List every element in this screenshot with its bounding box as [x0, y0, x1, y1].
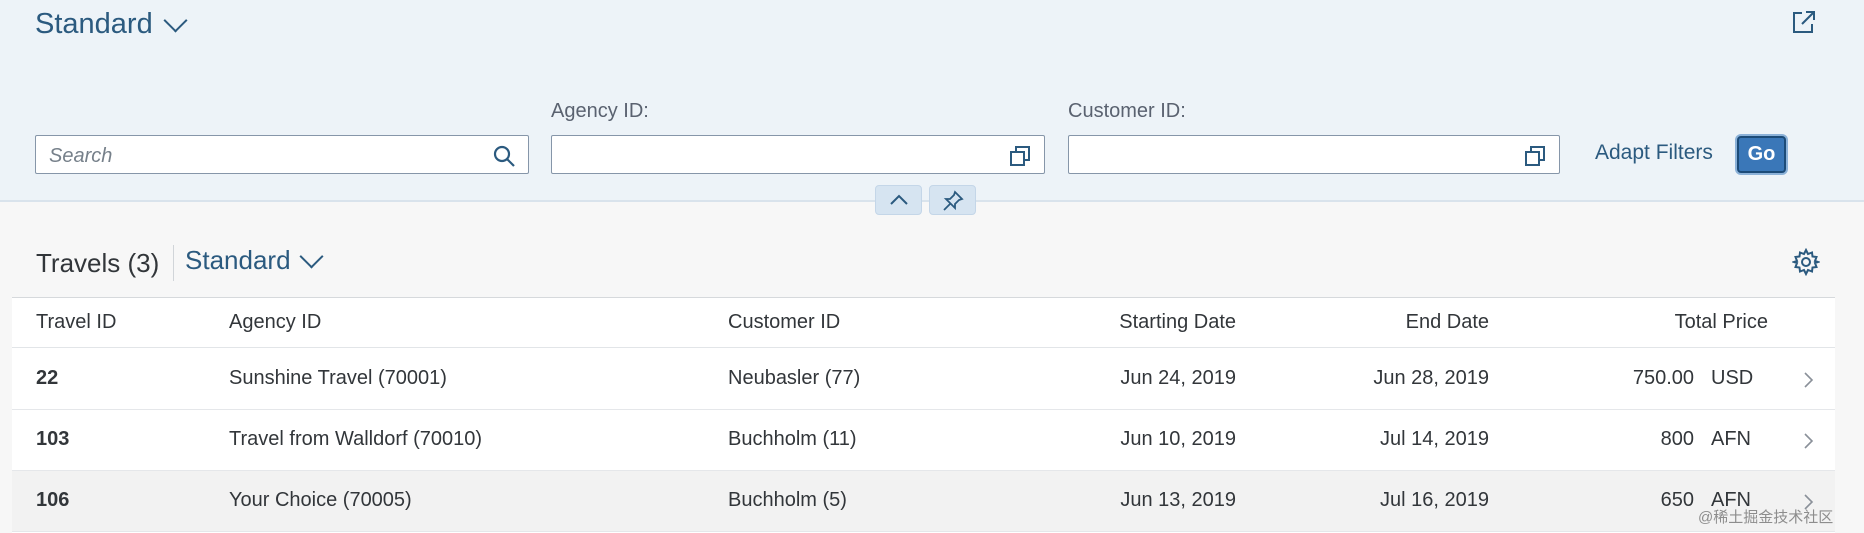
- travel-id-cell: 22: [36, 367, 59, 389]
- end-date-cell: Jul 14, 2019: [1380, 428, 1489, 450]
- price-cell: 750.00: [1632, 367, 1694, 389]
- variant-title: Standard: [35, 8, 153, 40]
- chevron-right-icon[interactable]: [1802, 371, 1814, 389]
- search-icon[interactable]: [492, 144, 516, 168]
- column-header-travel-id[interactable]: Travel ID: [36, 311, 116, 334]
- end-date-cell: Jun 28, 2019: [1373, 367, 1489, 389]
- share-icon[interactable]: [1790, 8, 1818, 36]
- value-help-icon[interactable]: [1523, 144, 1547, 168]
- price-cell: 800: [1660, 428, 1694, 450]
- table-row[interactable]: 106 Your Choice (70005) Buchholm (5) Jun…: [12, 471, 1835, 532]
- table-toolbar: Travels (3) Standard: [12, 228, 1835, 298]
- agency-id-field[interactable]: [551, 135, 1045, 174]
- agency-cell: Your Choice (70005): [229, 489, 412, 511]
- chevron-down-icon: [163, 8, 188, 33]
- agency-cell: Travel from Walldorf (70010): [229, 428, 483, 450]
- column-header-customer-id[interactable]: Customer ID: [728, 311, 840, 334]
- search-placeholder: Search: [49, 145, 113, 167]
- column-header-agency-id[interactable]: Agency ID: [229, 311, 321, 334]
- start-date-cell: Jun 24, 2019: [1120, 367, 1236, 389]
- chevron-up-icon: [890, 194, 908, 205]
- end-date-cell: Jul 16, 2019: [1380, 489, 1489, 511]
- travel-id-cell: 103: [36, 428, 70, 450]
- table-variant-selector[interactable]: Standard: [185, 244, 324, 276]
- chevron-down-icon: [299, 244, 324, 269]
- pin-icon: [943, 190, 964, 211]
- table-header: Travel ID Agency ID Customer ID Starting…: [12, 298, 1835, 348]
- start-date-cell: Jun 10, 2019: [1120, 428, 1236, 450]
- table-variant-title: Standard: [185, 245, 291, 275]
- go-button[interactable]: Go: [1737, 136, 1786, 173]
- customer-cell: Neubasler (77): [728, 367, 861, 389]
- adapt-filters-link[interactable]: Adapt Filters: [1595, 141, 1713, 165]
- travel-id-cell: 106: [36, 489, 70, 511]
- toolbar-separator: [173, 245, 174, 281]
- gear-icon[interactable]: [1792, 248, 1820, 276]
- table-row[interactable]: 103 Travel from Walldorf (70010) Buchhol…: [12, 410, 1835, 471]
- travels-table-panel: Travels (3) Standard Travel ID Agency ID…: [12, 228, 1835, 533]
- customer-id-field[interactable]: [1068, 135, 1560, 174]
- currency-cell: USD: [1711, 367, 1754, 389]
- search-input[interactable]: Search: [35, 135, 529, 174]
- column-header-end-date[interactable]: End Date: [1265, 311, 1489, 334]
- agency-cell: Sunshine Travel (70001): [229, 367, 447, 389]
- value-help-icon[interactable]: [1008, 144, 1032, 168]
- table-row[interactable]: 22 Sunshine Travel (70001) Neubasler (77…: [12, 349, 1835, 410]
- filter-bar: Standard Search Agency ID: Customer ID: …: [0, 0, 1864, 202]
- customer-cell: Buchholm (5): [728, 489, 847, 511]
- watermark: @稀土掘金技术社区: [1698, 509, 1834, 526]
- pin-header-button[interactable]: [929, 185, 976, 215]
- table-title: Travels (3): [36, 248, 160, 278]
- currency-cell: AFN: [1711, 428, 1751, 450]
- column-header-starting-date[interactable]: Starting Date: [1012, 311, 1236, 334]
- collapse-header-button[interactable]: [875, 185, 922, 215]
- column-header-total-price[interactable]: Total Price: [1542, 311, 1768, 334]
- customer-id-label: Customer ID:: [1068, 100, 1186, 122]
- start-date-cell: Jun 13, 2019: [1120, 489, 1236, 511]
- variant-selector[interactable]: Standard: [35, 8, 188, 41]
- price-cell: 650: [1660, 489, 1694, 511]
- agency-id-label: Agency ID:: [551, 100, 649, 122]
- customer-cell: Buchholm (11): [728, 428, 857, 450]
- chevron-right-icon[interactable]: [1802, 432, 1814, 450]
